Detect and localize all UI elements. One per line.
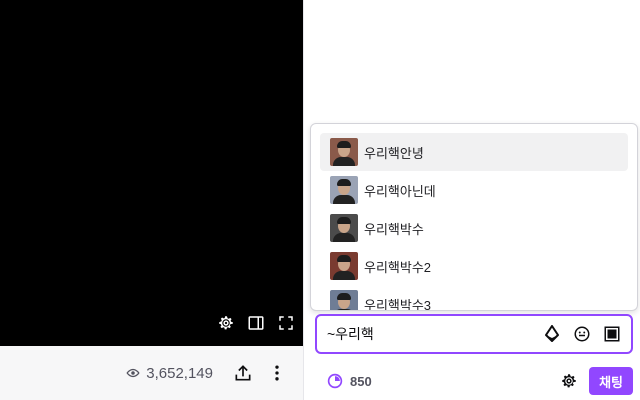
chat-settings-button[interactable] bbox=[557, 369, 581, 393]
theatre-mode-icon bbox=[248, 316, 264, 330]
stream-info-bar: 3,652,149 bbox=[0, 346, 303, 400]
viewer-count: 3,652,149 bbox=[126, 365, 213, 382]
fullscreen-icon bbox=[279, 316, 293, 330]
emote-thumbnail bbox=[330, 138, 358, 166]
gear-icon bbox=[219, 316, 233, 330]
autocomplete-list: 우리핵안녕우리핵아닌데우리핵박수우리핵박수2 우리핵박수3 bbox=[311, 124, 637, 311]
emote-thumbnail bbox=[330, 214, 358, 242]
player-controls bbox=[215, 312, 297, 334]
autocomplete-item-label: 우리핵박수2 bbox=[364, 259, 432, 275]
autocomplete-item[interactable]: 우리핵아닌데 bbox=[320, 171, 628, 209]
chat-input[interactable] bbox=[317, 315, 541, 353]
autocomplete-item-label: 우리핵아닌데 bbox=[364, 183, 436, 199]
chat-panel: 우리핵안녕 우리핵아닌데 우리핵박수 우리핵박수2 우리핵박수3 ~우리핵 85… bbox=[303, 0, 640, 400]
share-button[interactable] bbox=[231, 361, 255, 385]
autocomplete-item[interactable]: 우리핵박수3 bbox=[320, 285, 628, 311]
emote-picker-icon bbox=[604, 326, 620, 342]
chat-footer: 850 채팅 bbox=[304, 363, 640, 399]
emote-thumbnail bbox=[330, 176, 358, 204]
autocomplete-item[interactable]: 우리핵안녕 bbox=[320, 133, 628, 171]
emote-picker-button[interactable] bbox=[601, 323, 623, 345]
autocomplete-item-label: 우리핵박수3 bbox=[364, 297, 432, 311]
fullscreen-button[interactable] bbox=[275, 312, 297, 334]
viewer-count-value: 3,652,149 bbox=[146, 364, 213, 382]
emote-thumbnail bbox=[330, 252, 358, 280]
chat-input-box[interactable] bbox=[315, 314, 633, 354]
bits-button[interactable] bbox=[541, 323, 563, 345]
bits-icon bbox=[545, 325, 559, 342]
theatre-mode-button[interactable] bbox=[245, 312, 267, 334]
player-settings-button[interactable] bbox=[215, 312, 237, 334]
emote-icon bbox=[574, 326, 590, 342]
autocomplete-item-label: 우리핵박수 bbox=[364, 221, 424, 237]
emote-autocomplete: 우리핵안녕우리핵아닌데우리핵박수우리핵박수2 우리핵박수3 bbox=[310, 123, 638, 311]
channel-points-value: 850 bbox=[350, 373, 372, 389]
autocomplete-item[interactable]: 우리핵박수2 bbox=[320, 247, 628, 285]
share-icon bbox=[235, 365, 251, 381]
eye-icon bbox=[126, 368, 140, 378]
more-options-button[interactable] bbox=[265, 361, 289, 385]
emote-button[interactable] bbox=[571, 323, 593, 345]
autocomplete-item-label: 우리핵안녕 bbox=[364, 145, 424, 161]
more-vertical-icon bbox=[275, 365, 279, 381]
gear-icon bbox=[562, 374, 576, 388]
emote-thumbnail bbox=[330, 290, 358, 310]
autocomplete-item[interactable]: 우리핵박수 bbox=[320, 209, 628, 247]
video-player[interactable] bbox=[0, 0, 303, 346]
footer-actions: 채팅 bbox=[557, 367, 640, 395]
channel-points-icon bbox=[327, 373, 343, 389]
send-chat-button[interactable]: 채팅 bbox=[589, 367, 633, 395]
channel-points-button[interactable]: 850 bbox=[326, 372, 372, 390]
